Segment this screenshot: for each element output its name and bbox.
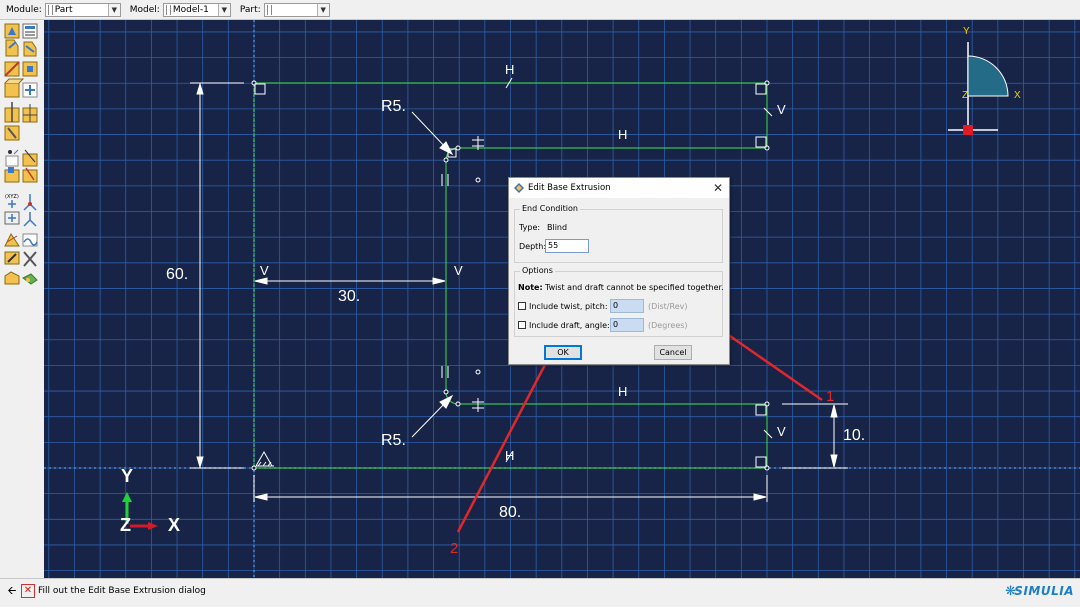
twist-pitch-input[interactable]: 0 — [610, 299, 644, 313]
simulia-logo: SIMULIA — [1014, 584, 1074, 598]
type-value: Blind — [547, 223, 568, 232]
dialog-title-bar[interactable]: Edit Base Extrusion ✕ — [509, 178, 729, 198]
coordinate-xyz-icon[interactable]: (XYZ) — [5, 194, 19, 208]
module-spin-icon — [47, 4, 53, 15]
cancel-procedure-icon[interactable]: ✕ — [21, 584, 35, 598]
shell-icon[interactable] — [4, 61, 20, 77]
end-condition-group: End Condition Type: Blind Depth: 55 — [514, 204, 723, 263]
tools-icon[interactable] — [23, 251, 37, 267]
draft-angle-input[interactable]: 0 — [610, 318, 644, 332]
prompt-area: 🡨 ✕ Fill out the Edit Base Extrusion dia… — [0, 578, 1080, 607]
radius-top-label[interactable]: R5. — [381, 98, 406, 116]
callout-label-1: 1 — [826, 388, 835, 405]
options-title: Options — [520, 266, 555, 275]
edit-base-extrusion-dialog: Edit Base Extrusion ✕ End Condition Type… — [508, 177, 730, 365]
datum-offset-icon[interactable] — [22, 167, 38, 183]
radius-bottom-label[interactable]: R5. — [381, 432, 406, 450]
include-twist-checkbox[interactable]: Include twist, pitch: — [518, 302, 608, 311]
twist-unit: (Dist/Rev) — [648, 302, 688, 311]
part-manager-icon[interactable] — [22, 23, 38, 39]
partition-icon[interactable] — [4, 102, 20, 123]
dialog-title: Edit Base Extrusion — [528, 183, 611, 193]
twist-checkbox-box[interactable] — [518, 302, 526, 310]
wire-feature-icon[interactable] — [4, 233, 20, 247]
callout-label-2: 2 — [450, 540, 459, 557]
part-label: Part: — [239, 4, 261, 15]
fixed-constraint-icon — [255, 450, 274, 467]
cut-extrude-icon[interactable] — [22, 61, 38, 77]
model-label: Model: — [129, 4, 160, 15]
part-spin-icon — [266, 4, 272, 15]
extrude-solid-icon[interactable] — [5, 39, 19, 57]
triad-x-label: X — [168, 515, 181, 535]
edit-feature-icon[interactable] — [4, 251, 20, 265]
back-arrow-icon[interactable]: 🡨 — [6, 585, 18, 597]
query-icon[interactable] — [22, 273, 38, 285]
draft-checkbox-box[interactable] — [518, 321, 526, 329]
dimension-width-label[interactable]: 80. — [499, 504, 521, 522]
dimension-offset-label[interactable]: 10. — [843, 427, 865, 445]
constraint-h-upper-inner: H — [618, 127, 628, 142]
chevron-down-icon: ▼ — [316, 3, 329, 16]
view-triad-x-label: X — [1014, 90, 1021, 101]
module-combo[interactable]: Part ▼ — [44, 2, 121, 17]
revolve-solid-icon[interactable] — [23, 41, 37, 57]
model-value: Model-1 — [172, 4, 209, 15]
close-icon[interactable]: ✕ — [713, 181, 723, 195]
triad-z-label: Z — [120, 515, 131, 535]
note-text: Twist and draft cannot be specified toge… — [545, 283, 724, 292]
constraint-v-right-upper: V — [777, 102, 786, 117]
datum-axis-triad-icon[interactable] — [23, 212, 37, 227]
svg-text:(XYZ): (XYZ) — [5, 194, 19, 200]
depth-label: Depth: — [519, 242, 547, 251]
model-combo[interactable]: Model-1 ▼ — [162, 2, 231, 17]
datum-axis-icon[interactable] — [22, 149, 38, 167]
constraint-h-bottom: H — [505, 448, 515, 463]
datum-plane-icon[interactable] — [4, 167, 20, 183]
context-bar: Module: Part ▼ Model: Model-1 ▼ Part: ▼ — [0, 0, 1080, 20]
model-spin-icon — [165, 4, 171, 15]
sketcher-toolbox: (XYZ) — [0, 20, 44, 578]
datum-plane-offset-icon[interactable] — [4, 211, 20, 225]
cancel-button[interactable]: Cancel — [654, 345, 692, 360]
abaqus-app-icon — [514, 183, 524, 193]
prompt-text: Fill out the Edit Base Extrusion dialog — [38, 586, 206, 596]
chevron-down-icon: ▼ — [107, 3, 120, 16]
repair-icon[interactable] — [4, 125, 20, 141]
view-triad-z-label: Z — [962, 90, 969, 101]
twist-label: Include twist, pitch: — [529, 302, 608, 311]
datum-csys-icon[interactable] — [22, 82, 38, 98]
ok-button[interactable]: OK — [544, 345, 582, 360]
draft-unit: (Degrees) — [648, 321, 688, 330]
constraint-h-top: H — [505, 62, 515, 77]
constraint-h-lower-inner: H — [618, 384, 628, 399]
create-part-icon[interactable] — [4, 23, 20, 39]
module-value: Part — [54, 4, 73, 15]
constraint-v-inner: V — [454, 263, 463, 278]
note-label: Note: — [518, 283, 543, 292]
attach-icon[interactable] — [4, 271, 20, 285]
depth-input[interactable]: 55 — [545, 239, 589, 253]
chevron-down-icon: ▼ — [217, 3, 230, 16]
triad-y-label: Y — [121, 466, 134, 486]
module-label: Module: — [6, 4, 42, 15]
type-label: Type: — [519, 223, 541, 232]
draft-label: Include draft, angle: — [529, 321, 610, 330]
view-triad-y-label: Y — [963, 26, 970, 37]
solid-block-icon[interactable] — [4, 78, 25, 98]
constraint-v-left: V — [260, 263, 269, 278]
virtual-topology-icon[interactable] — [22, 233, 38, 247]
part-combo[interactable]: ▼ — [263, 2, 330, 17]
end-condition-title: End Condition — [520, 204, 580, 213]
partition-face-icon[interactable] — [22, 104, 38, 123]
view-orientation-triad — [948, 42, 1009, 135]
axis-triad-icon[interactable] — [23, 194, 37, 211]
dimension-inner-width-label[interactable]: 30. — [338, 288, 360, 306]
dimension-height-label[interactable]: 60. — [166, 266, 188, 284]
include-draft-checkbox[interactable]: Include draft, angle: — [518, 321, 610, 330]
constraint-v-right-lower: V — [777, 424, 786, 439]
datum-point-icon[interactable] — [5, 149, 19, 167]
options-group: Options Note: Twist and draft cannot be … — [514, 266, 724, 337]
